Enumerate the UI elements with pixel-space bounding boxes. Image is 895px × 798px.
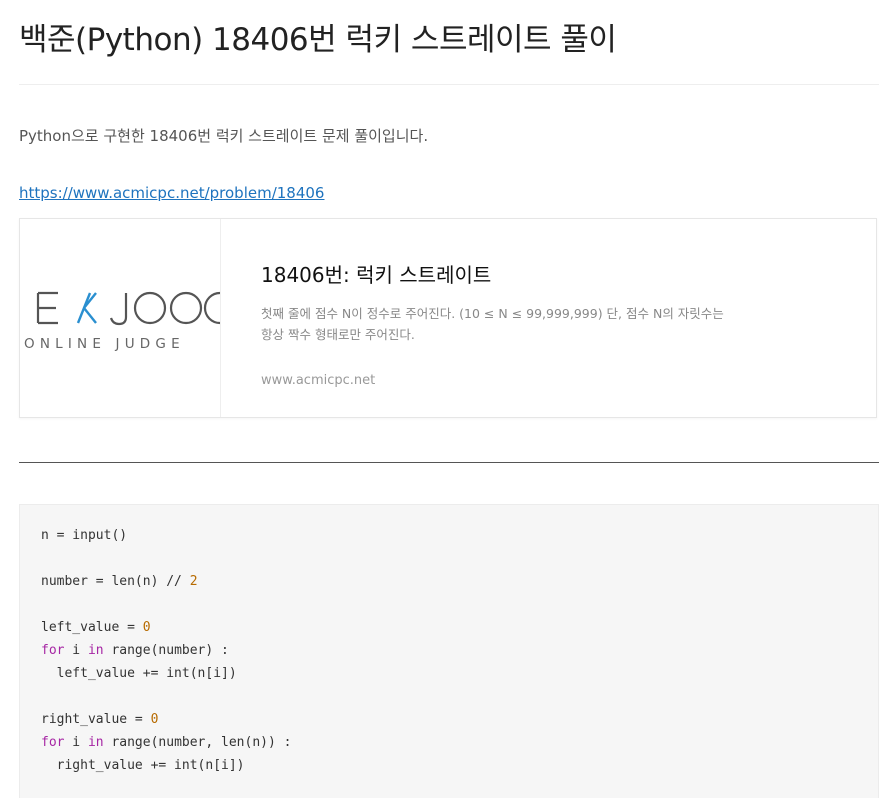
- code-text: left_value += int(n[i]): [56, 666, 237, 681]
- code-block: n = input() number = len(n) // 2 left_valu…: [19, 504, 879, 798]
- code-text: i: [64, 643, 88, 658]
- code-text: range(number, len(n)) :: [103, 735, 292, 750]
- code-number: 0: [150, 712, 159, 727]
- link-preview-title[interactable]: 18406번: 럭키 스트레이트: [261, 259, 491, 288]
- link-preview-description: 첫째 줄에 점수 N이 정수로 주어진다. (10 ≤ N ≤ 99,999,9…: [261, 306, 724, 342]
- section-divider: [19, 462, 879, 463]
- blog-post-page: 백준(Python) 18406번 럭키 스트레이트 풀이 Python으로 구…: [0, 0, 895, 798]
- code-keyword: in: [87, 735, 104, 750]
- post-intro: Python으로 구현한 18406번 럭키 스트레이트 문제 풀이입니다.: [19, 127, 429, 145]
- problem-link[interactable]: https://www.acmicpc.net/problem/18406: [19, 184, 324, 202]
- code-keyword: for: [41, 643, 65, 658]
- code-text: right_value =: [41, 712, 151, 727]
- baekjoon-logo-icon: ONLINE JUDGE: [24, 291, 220, 352]
- code-line: right_value += int(n[i]): [41, 756, 245, 776]
- code-text: number = len(n) //: [41, 574, 190, 589]
- code-text: n = input(): [41, 528, 128, 543]
- code-text: right_value += int(n[i]): [56, 758, 245, 773]
- code-text: i: [64, 735, 88, 750]
- code-text: range(number) :: [103, 643, 229, 658]
- code-number: 2: [189, 574, 198, 589]
- code-line: left_value += int(n[i]): [41, 664, 237, 684]
- code-line: for i in range(number) :: [41, 641, 229, 661]
- code-keyword: for: [41, 735, 65, 750]
- post-title: 백준(Python) 18406번 럭키 스트레이트 풀이: [19, 22, 617, 58]
- code-line: right_value = 0: [41, 710, 158, 730]
- code-number: 0: [142, 620, 151, 635]
- code-keyword: in: [87, 643, 104, 658]
- link-preview-domain: www.acmicpc.net: [261, 373, 376, 388]
- link-preview-thumbnail: ONLINE JUDGE: [20, 219, 221, 417]
- code-line: left_value = 0: [41, 618, 151, 638]
- link-preview-card[interactable]: ONLINE JUDGE 18406번: 럭키 스트레이트 첫째 줄에 점수 N…: [19, 218, 877, 418]
- code-line: for i in range(number, len(n)) :: [41, 733, 291, 753]
- code-line: n = input(): [41, 526, 127, 546]
- code-line: number = len(n) // 2: [41, 572, 198, 592]
- code-text: left_value =: [41, 620, 143, 635]
- logo-subtitle: ONLINE JUDGE: [24, 336, 185, 352]
- title-divider: [19, 84, 879, 85]
